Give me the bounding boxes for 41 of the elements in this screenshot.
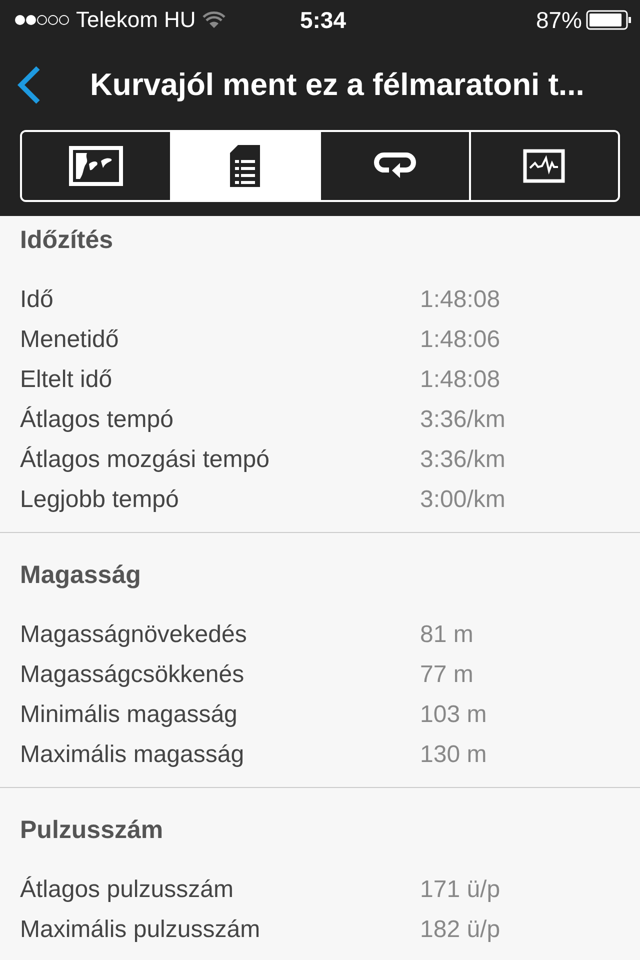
stat-value: 103 m — [420, 700, 487, 730]
stat-label: Átlagos tempó — [20, 405, 174, 435]
stat-label: Minimális magasság — [20, 700, 238, 730]
stat-value: 1:48:06 — [420, 325, 500, 355]
screen-title: Kurvajól ment ez a félmaratoni t... — [90, 67, 584, 103]
wifi-icon — [202, 11, 226, 29]
stat-label: Eltelt idő — [20, 365, 114, 395]
map-icon — [68, 146, 123, 186]
stat-value: 3:36/km — [420, 445, 506, 475]
stat-value: 182 ü/p — [420, 915, 500, 945]
stat-label: Menetidő — [20, 325, 120, 355]
back-icon[interactable] — [16, 65, 42, 105]
document-list-icon — [228, 143, 262, 189]
stat-value: 81 m — [420, 620, 474, 650]
tab[interactable] — [468, 132, 618, 200]
section-heading: Magasság — [20, 560, 142, 591]
stat-label: Átlagos pulzusszám — [20, 875, 234, 905]
stat-value: 1:48:08 — [420, 285, 500, 315]
loop-arrow-icon — [372, 151, 417, 181]
clock-time: 5:34 — [300, 6, 346, 34]
section-heading: Időzítés — [20, 225, 114, 256]
stat-label: Legjobb tempó — [20, 485, 180, 515]
stat-value: 130 m — [420, 740, 487, 770]
stat-value: 3:00/km — [420, 485, 506, 515]
stat-label: Maximális pulzusszám — [20, 915, 262, 945]
carrier-name: Telekom HU — [76, 7, 196, 33]
stat-label: Magasságcsökkenés — [20, 660, 246, 690]
stat-value: 3:36/km — [420, 405, 506, 435]
section-heading: Pulzusszám — [20, 815, 164, 846]
battery-percent: 87% — [536, 6, 582, 34]
stat-value: 1:48:08 — [420, 365, 500, 395]
signal-icon — [14, 13, 70, 27]
stat-value: 77 m — [420, 660, 474, 690]
stat-value: 171 ü/p — [420, 875, 500, 905]
chart-icon — [523, 149, 566, 183]
battery-icon — [586, 10, 632, 30]
stat-label: Maximális magasság — [20, 740, 246, 770]
stat-label: Magasságnövekedés — [20, 620, 248, 650]
stat-label: Idő — [20, 285, 54, 315]
tab[interactable] — [170, 132, 319, 200]
stat-label: Átlagos mozgási tempó — [20, 445, 270, 475]
